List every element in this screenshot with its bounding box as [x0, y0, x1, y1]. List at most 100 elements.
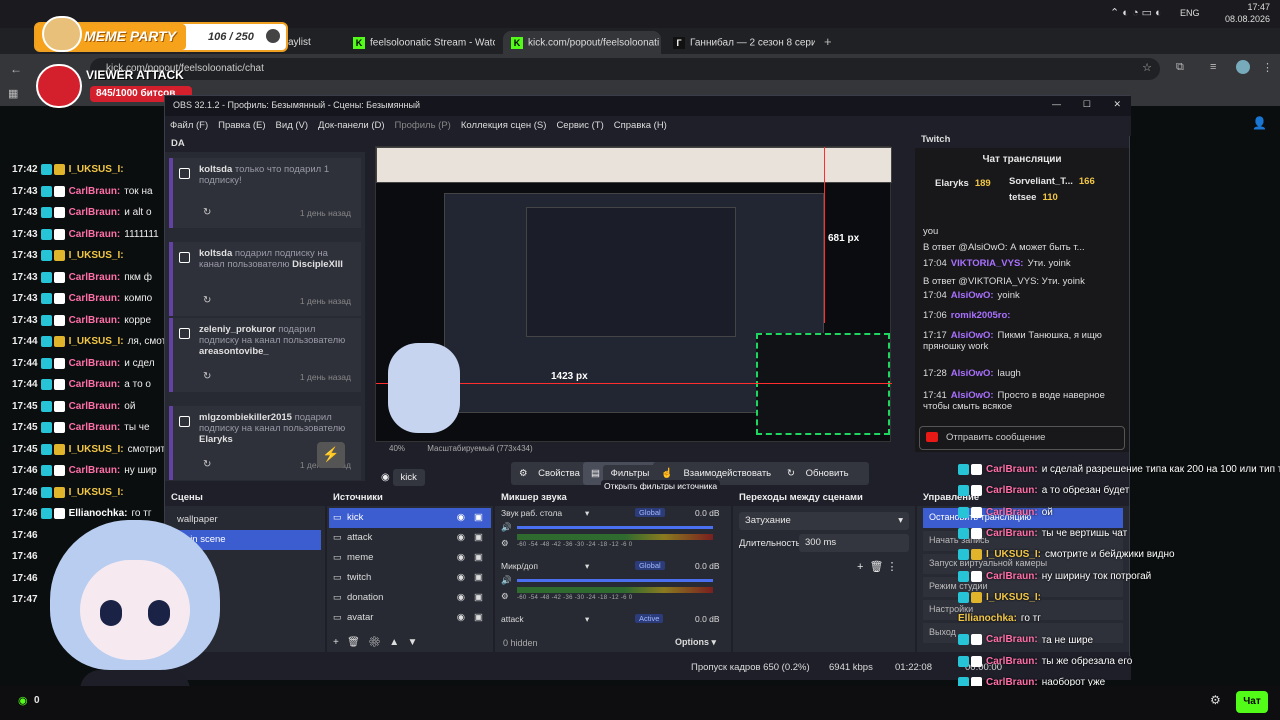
lang-indicator[interactable]: ENG — [1180, 8, 1200, 18]
settings-icon[interactable]: ⚙ — [1210, 693, 1221, 707]
new-tab-button[interactable]: + — [824, 34, 832, 49]
maximize-icon[interactable]: ☐ — [1083, 99, 1091, 110]
replay-icon[interactable]: ↻ — [203, 459, 211, 470]
obs-preview[interactable]: 681 px 1423 px — [375, 146, 892, 442]
duration-input[interactable]: 300 ms — [799, 534, 909, 552]
tab-stream[interactable]: Kfeelsoloonatic Stream - Watch — [345, 31, 495, 54]
lock-icon[interactable]: ▣ — [474, 612, 483, 623]
message-author[interactable]: I_UKSUS_I: — [69, 487, 124, 498]
menu-item[interactable]: Коллекция сцен (S) — [456, 116, 552, 135]
message-author[interactable]: AlsiOwO: — [951, 390, 994, 401]
users-icon[interactable]: 👤 — [1252, 116, 1267, 130]
leader-entry[interactable]: tetsee 110 — [1009, 192, 1058, 203]
gift-badge-icon — [53, 379, 65, 390]
speaker-icon[interactable]: 🔊 — [501, 575, 512, 586]
eye-icon[interactable]: ◉ — [457, 552, 465, 563]
url-field[interactable]: kick.com/popout/feelsoloonatic/chat ☆ — [90, 58, 1160, 80]
message-author[interactable]: I_UKSUS_I: — [69, 250, 124, 261]
message-author[interactable]: AlsiOwO: — [951, 330, 994, 341]
volume-slider[interactable] — [517, 579, 713, 582]
message-author[interactable]: I_UKSUS_I: — [69, 336, 124, 347]
eye-icon[interactable]: ◉ — [457, 572, 465, 583]
menu-icon[interactable]: ⋮ — [1262, 61, 1273, 74]
eye-icon[interactable]: ◉ — [457, 532, 465, 543]
profile-avatar[interactable] — [1236, 60, 1250, 74]
message-author[interactable]: I_UKSUS_I: — [69, 164, 124, 175]
gear-icon[interactable]: ⚙ — [501, 591, 509, 602]
lightning-icon[interactable]: ⚡ — [317, 442, 345, 468]
speaker-icon[interactable]: 🔊 — [501, 522, 512, 533]
source-type-icon: ▭ — [333, 532, 342, 542]
message-author[interactable]: CarlBraun: — [69, 465, 121, 476]
message-author[interactable]: CarlBraun: — [69, 229, 121, 240]
message-author[interactable]: CarlBraun: — [69, 315, 121, 326]
chevron-down-icon[interactable]: ▾ — [585, 508, 589, 519]
replay-icon[interactable]: ↻ — [203, 371, 211, 382]
apps-icon[interactable]: ▦ — [8, 87, 18, 100]
close-icon[interactable]: ✕ — [1113, 99, 1121, 110]
lock-icon[interactable]: ▣ — [474, 552, 483, 563]
tab-hannibal[interactable]: Г Ганнибал — 2 сезон 8 серия — [665, 31, 815, 54]
message-author[interactable]: CarlBraun: — [69, 379, 121, 390]
message-author[interactable]: I_UKSUS_I: — [69, 444, 124, 455]
source-item[interactable]: ▭ donation ◉ ▣ — [329, 588, 491, 608]
lock-icon[interactable]: ▣ — [474, 512, 483, 523]
leader-entry[interactable]: Elaryks 189 — [935, 178, 991, 189]
tray-icons[interactable]: ⌃ ◐ ◔ ▭ ◐ — [1110, 6, 1162, 19]
extensions-icon[interactable]: ⧉ — [1176, 61, 1184, 74]
eye-icon[interactable]: ◉ — [457, 512, 465, 523]
message-author[interactable]: VIKTORIA_VYS: — [951, 258, 1024, 269]
menu-item[interactable]: Док-панели (D) — [313, 116, 389, 135]
menu-item[interactable]: Профиль (P) — [390, 116, 456, 135]
message-author[interactable]: CarlBraun: — [69, 272, 121, 283]
source-item[interactable]: ▭ kick ◉ ▣ — [329, 508, 491, 528]
message-author[interactable]: CarlBraun: — [69, 422, 121, 433]
menu-item[interactable]: Правка (E) — [213, 116, 270, 135]
tab-playlist[interactable]: aylist — [280, 31, 336, 54]
menu-item[interactable]: Файл (F) — [165, 116, 213, 135]
chevron-down-icon[interactable]: ▾ — [585, 561, 589, 572]
back-icon[interactable]: ← — [10, 62, 22, 76]
tab-kick-chat[interactable]: Kkick.com/popout/feelsoloonati — [503, 31, 661, 54]
zoom-level[interactable]: 40% — [389, 444, 405, 453]
chat-send-button[interactable]: Чат — [1236, 691, 1268, 713]
source-item[interactable]: ▭ meme ◉ ▣ — [329, 548, 491, 568]
replay-icon[interactable]: ↻ — [203, 207, 211, 218]
message-author[interactable]: romik2005ro: — [951, 310, 1011, 321]
leader-entry[interactable]: Sorveliant_T... 166 — [1009, 176, 1095, 187]
replay-icon[interactable]: ↻ — [203, 295, 211, 306]
playlist-icon[interactable]: ≡ — [1210, 61, 1216, 73]
lock-icon[interactable]: ▣ — [474, 572, 483, 583]
message-author: I_UKSUS_I: — [986, 591, 1042, 603]
message-author[interactable]: CarlBraun: — [69, 207, 121, 218]
star-icon[interactable]: ☆ — [1142, 61, 1152, 74]
minimize-icon[interactable]: — — [1052, 99, 1061, 109]
gear-icon[interactable]: ⚙ — [501, 538, 509, 549]
message-author[interactable]: AlsiOwO: — [951, 290, 994, 301]
twitch-message-input[interactable]: Отправить сообщение — [919, 426, 1125, 450]
source-item[interactable]: ▭ avatar ◉ ▣ — [329, 608, 491, 628]
message-author[interactable]: CarlBraun: — [69, 358, 121, 369]
refresh-button[interactable]: ↻ Обновить — [779, 462, 869, 485]
message-author[interactable]: AlsiOwO: — [951, 368, 994, 379]
transitions-panel: Переходы между сценами Затухание ▾ Длител… — [733, 490, 915, 652]
transition-select[interactable]: Затухание ▾ — [739, 512, 909, 530]
transition-toolbar[interactable]: + 🗑 ⋮ — [857, 560, 898, 573]
lock-icon[interactable]: ▣ — [474, 592, 483, 603]
source-item[interactable]: ▭ attack ◉ ▣ — [329, 528, 491, 548]
message-author[interactable]: CarlBraun: — [69, 186, 121, 197]
menu-item[interactable]: Справка (H) — [609, 116, 672, 135]
sources-toolbar[interactable]: + 🗑 ⚙ ▲ ▼ — [333, 637, 417, 648]
volume-slider[interactable] — [517, 526, 713, 529]
menu-item[interactable]: Сервис (T) — [551, 116, 608, 135]
lock-icon[interactable]: ▣ — [474, 532, 483, 543]
message-author[interactable]: CarlBraun: — [69, 293, 121, 304]
eye-icon[interactable]: ◉ — [457, 592, 465, 603]
message-author[interactable]: Ellianochka: — [69, 508, 128, 519]
source-item[interactable]: ▭ twitch ◉ ▣ — [329, 568, 491, 588]
menu-item[interactable]: Вид (V) — [271, 116, 314, 135]
mixer-options-button[interactable]: Options ▾ — [675, 637, 716, 648]
chevron-down-icon[interactable]: ▾ — [585, 614, 589, 625]
eye-icon[interactable]: ◉ — [457, 612, 465, 623]
message-author[interactable]: CarlBraun: — [69, 401, 121, 412]
